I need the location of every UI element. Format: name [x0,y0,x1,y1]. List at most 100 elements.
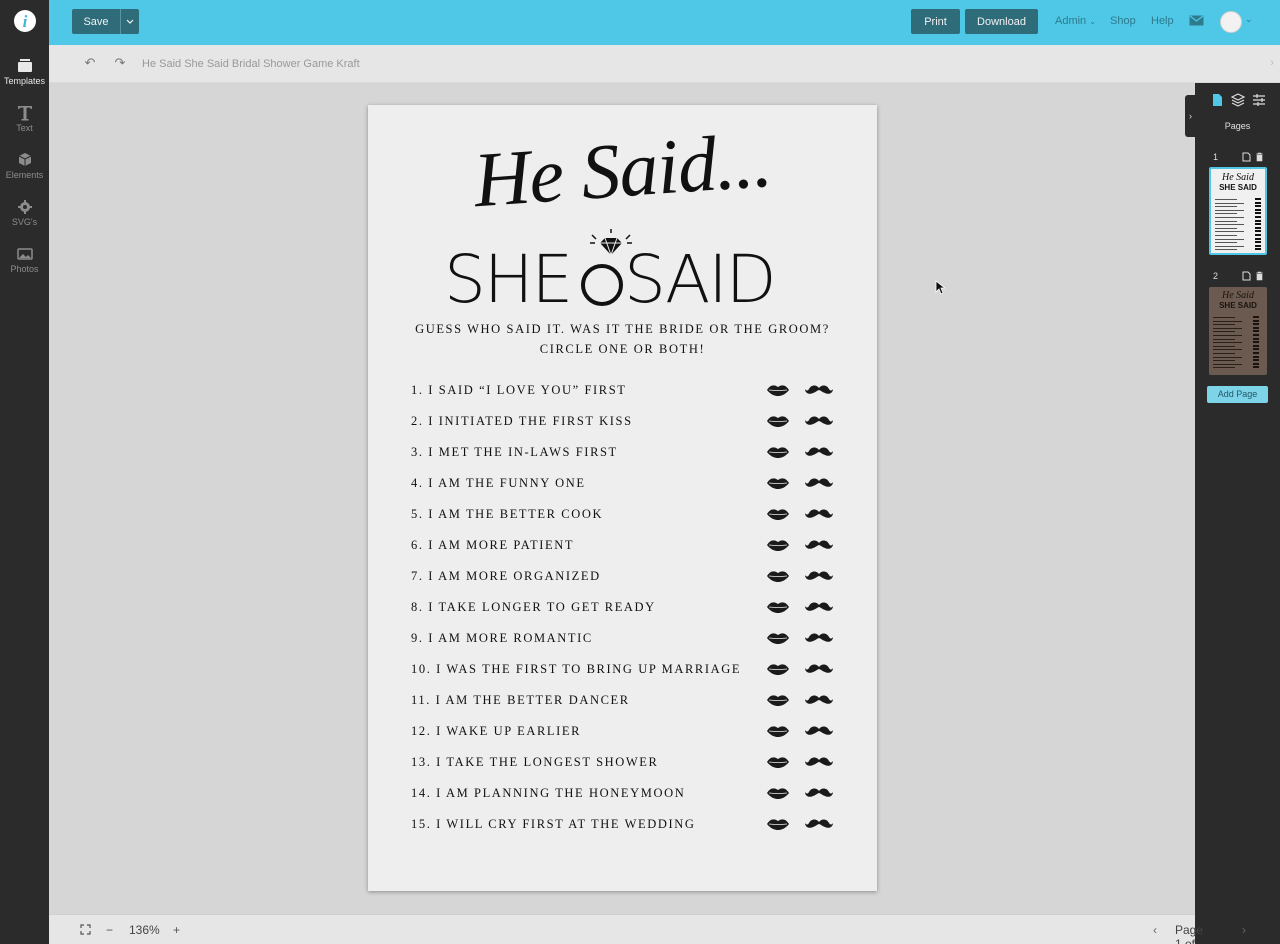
mustache-icon[interactable] [804,724,834,738]
question-row[interactable]: 1. I SAID “I LOVE YOU” FIRST [411,381,841,412]
question-row[interactable]: 11. I AM THE BETTER DANCER [411,691,841,722]
thumbnail-icons [1253,319,1259,322]
lips-icon[interactable] [766,445,790,459]
instructions[interactable]: GUESS WHO SAID IT. WAS IT THE BRIDE OR T… [368,319,877,359]
mustache-icon[interactable] [804,383,834,397]
question-row[interactable]: 15. I WILL CRY FIRST AT THE WEDDING [411,815,841,846]
thumbnail-line [1213,338,1235,340]
lips-icon[interactable] [766,507,790,521]
tool-templates[interactable]: Templates [0,58,49,86]
admin-menu[interactable]: Admin ⌄ [1055,15,1096,27]
mustache-icon[interactable] [804,476,834,490]
question-row[interactable]: 5. I AM THE BETTER COOK [411,505,841,536]
mouse-cursor-icon [935,280,945,295]
lips-icon[interactable] [766,693,790,707]
mustache-icon[interactable] [804,693,834,707]
app-logo[interactable]: i [14,10,36,32]
design-page[interactable]: He Said... SHE SAID GUESS WHO SAID IT. W… [368,105,877,891]
trash-icon[interactable] [1255,152,1264,162]
duplicate-page-icon[interactable] [1242,152,1251,162]
document-title[interactable]: He Said She Said Bridal Shower Game Kraf… [142,58,360,70]
lips-icon[interactable] [766,786,790,800]
chevron-right-icon[interactable]: › [1270,57,1274,69]
lips-icon[interactable] [766,724,790,738]
question-row[interactable]: 8. I TAKE LONGER TO GET READY [411,598,841,629]
user-avatar[interactable] [1220,11,1242,33]
print-button[interactable]: Print [911,9,960,34]
tool-elements[interactable]: Elements [0,152,49,180]
lips-icon[interactable] [766,414,790,428]
design-canvas[interactable]: He Said... SHE SAID GUESS WHO SAID IT. W… [49,83,1195,914]
panel-tabs[interactable] [1211,93,1271,107]
tool-text[interactable]: Text [0,105,49,133]
redo-icon[interactable]: ↷ [113,56,127,70]
question-row[interactable]: 10. I WAS THE FIRST TO BRING UP MARRIAGE [411,660,841,691]
thumbnail-icons [1255,230,1261,233]
tool-svgs[interactable]: SVG's [0,199,49,227]
thumbnail-subtitle: SHE SAID [1219,183,1257,192]
question-row[interactable]: 14. I AM PLANNING THE HONEYMOON [411,784,841,815]
photos-icon [16,248,33,260]
lips-icon[interactable] [766,569,790,583]
question-row[interactable]: 2. I INITIATED THE FIRST KISS [411,412,841,443]
zoom-in-button[interactable]: + [173,923,180,937]
undo-icon[interactable]: ↶ [83,56,97,70]
lips-icon[interactable] [766,600,790,614]
said-text[interactable]: SAID [624,241,777,318]
zoom-level[interactable]: 136% [129,923,160,937]
she-text[interactable]: SHE [444,241,573,318]
lips-icon[interactable] [766,662,790,676]
thumbnail-line [1215,231,1244,233]
lips-icon[interactable] [766,631,790,645]
admin-label: Admin [1055,15,1087,27]
save-dropdown-button[interactable] [121,9,139,34]
lips-icon[interactable] [766,383,790,397]
trash-icon[interactable] [1255,271,1264,281]
mustache-icon[interactable] [804,631,834,645]
lips-icon[interactable] [766,476,790,490]
help-link[interactable]: Help [1151,15,1174,27]
mustache-icon[interactable] [804,786,834,800]
zoom-out-button[interactable]: − [106,923,113,937]
page-thumbnail-1[interactable]: He Said SHE SAID [1209,167,1267,255]
add-page-button[interactable]: Add Page [1207,386,1268,403]
mustache-icon[interactable] [804,600,834,614]
mustache-icon[interactable] [804,817,834,831]
mustache-icon[interactable] [804,445,834,459]
thumbnail-icons [1255,212,1261,215]
chevron-down-icon[interactable]: ⌄ [1245,14,1253,25]
question-row[interactable]: 3. I MET THE IN-LAWS FIRST [411,443,841,474]
mustache-icon[interactable] [804,569,834,583]
thumbnail-icons [1253,355,1259,358]
lips-icon[interactable] [766,817,790,831]
top-bar: Save Print Download Admin ⌄ Shop Help ⌄ [49,0,1280,45]
tool-label: Text [16,123,33,133]
question-row[interactable]: 7. I AM MORE ORGANIZED [411,567,841,598]
download-button[interactable]: Download [965,9,1038,34]
question-row[interactable]: 6. I AM MORE PATIENT [411,536,841,567]
page-thumbnail-2[interactable]: He Said SHE SAID [1209,287,1267,375]
prev-page-icon[interactable]: ‹ [1153,923,1157,937]
thumbnail-icons [1255,201,1261,204]
thumbnail-line [1213,360,1235,362]
fit-screen-icon[interactable] [80,924,91,935]
mustache-icon[interactable] [804,414,834,428]
question-row[interactable]: 12. I WAKE UP EARLIER [411,722,841,753]
save-button[interactable]: Save [72,9,121,34]
lips-icon[interactable] [766,755,790,769]
next-page-icon[interactable]: › [1242,923,1246,937]
duplicate-page-icon[interactable] [1242,271,1251,281]
mustache-icon[interactable] [804,538,834,552]
question-row[interactable]: 13. I TAKE THE LONGEST SHOWER [411,753,841,784]
tool-photos[interactable]: Photos [0,246,49,274]
mustache-icon[interactable] [804,755,834,769]
question-row[interactable]: 9. I AM MORE ROMANTIC [411,629,841,660]
shop-link[interactable]: Shop [1110,15,1136,27]
lips-icon[interactable] [766,538,790,552]
editor-app: i Templates Text Elements SVG's Photos S… [0,0,1280,944]
question-row[interactable]: 4. I AM THE FUNNY ONE [411,474,841,505]
mustache-icon[interactable] [804,507,834,521]
mail-icon[interactable] [1189,15,1204,26]
script-title[interactable]: He Said... [365,107,879,232]
mustache-icon[interactable] [804,662,834,676]
